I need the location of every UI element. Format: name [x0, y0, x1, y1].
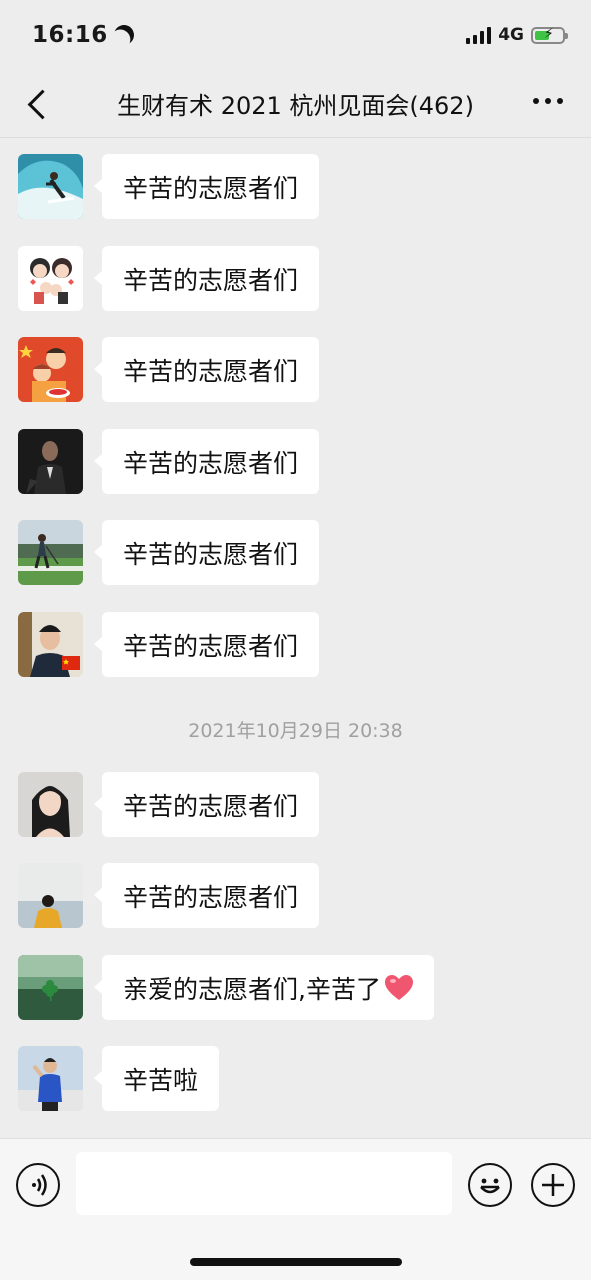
- emoji-icon[interactable]: [468, 1163, 512, 1207]
- message-text: 辛苦的志愿者们: [123, 265, 299, 295]
- message-bubble[interactable]: 辛苦的志愿者们: [93, 612, 320, 677]
- cartoon-family-avatar[interactable]: [18, 246, 83, 311]
- signal-icon: [466, 26, 492, 44]
- heart-emoji: [384, 974, 413, 1000]
- message-bubble[interactable]: 辛苦的志愿者们: [93, 863, 320, 928]
- message-bubble[interactable]: 辛苦的志愿者们: [93, 429, 320, 494]
- message-text: 辛苦的志愿者们: [123, 173, 299, 203]
- status-time-group: 16:16: [32, 22, 134, 48]
- man-seaside-avatar[interactable]: [18, 863, 83, 928]
- message-bubble[interactable]: 辛苦的志愿者们: [93, 154, 320, 219]
- voice-icon[interactable]: [16, 1163, 60, 1207]
- message-bubble[interactable]: 辛苦啦: [93, 1046, 220, 1111]
- home-indicator[interactable]: [190, 1258, 402, 1266]
- message-text: 辛苦的志愿者们: [123, 882, 299, 912]
- moon-icon: [111, 22, 137, 48]
- status-bar: 16:16 4G ⚡: [0, 0, 591, 70]
- clover-avatar[interactable]: [18, 955, 83, 1020]
- message-text: 亲爱的志愿者们,辛苦了: [123, 974, 381, 1004]
- message-row: 辛苦的志愿者们: [18, 612, 320, 677]
- more-icon[interactable]: [533, 98, 563, 104]
- message-text: 辛苦的志愿者们: [123, 356, 299, 386]
- man-blue-shirt-avatar[interactable]: [18, 1046, 83, 1111]
- status-right: 4G ⚡: [466, 25, 568, 45]
- surfer-avatar[interactable]: [18, 154, 83, 219]
- network-label: 4G: [498, 25, 524, 45]
- young-man-flag-avatar[interactable]: [18, 612, 83, 677]
- message-bubble[interactable]: 辛苦的志愿者们: [93, 520, 320, 585]
- message-bubble[interactable]: 亲爱的志愿者们,辛苦了: [94, 955, 434, 1020]
- message-bubble[interactable]: 辛苦的志愿者们: [93, 337, 320, 402]
- message-row: 辛苦的志愿者们: [18, 429, 320, 494]
- cartoon-couple-avatar[interactable]: [18, 337, 83, 402]
- back-icon[interactable]: [22, 88, 52, 120]
- message-row: 辛苦的志愿者们: [18, 772, 320, 837]
- message-input[interactable]: [76, 1152, 452, 1215]
- message-bubble[interactable]: 辛苦的志愿者们: [93, 246, 320, 311]
- message-text: 辛苦的志愿者们: [123, 539, 299, 569]
- message-timestamp: 2021年10月29日 20:38: [188, 720, 403, 742]
- nav-bar: 生财有术 2021 杭州见面会(462): [0, 70, 591, 138]
- message-row: 辛苦的志愿者们: [18, 337, 320, 402]
- chat-title: 生财有术 2021 杭州见面会(462): [117, 92, 474, 120]
- message-text: 辛苦的志愿者们: [123, 448, 299, 478]
- woman-portrait-avatar[interactable]: [18, 772, 83, 837]
- plus-icon[interactable]: [531, 1163, 575, 1207]
- message-text: 辛苦的志愿者们: [123, 791, 299, 821]
- message-row: 辛苦的志愿者们: [18, 520, 320, 585]
- message-row: 亲爱的志愿者们,辛苦了: [18, 955, 434, 1020]
- message-text: 辛苦的志愿者们: [123, 631, 299, 661]
- message-text: 辛苦啦: [123, 1065, 199, 1095]
- status-time: 16:16: [32, 22, 108, 48]
- golfer-avatar[interactable]: [18, 520, 83, 585]
- message-row: 辛苦啦: [18, 1046, 220, 1111]
- man-in-suit-avatar[interactable]: [18, 429, 83, 494]
- battery-charging-icon: ⚡: [531, 26, 568, 44]
- message-bubble[interactable]: 辛苦的志愿者们: [93, 772, 320, 837]
- chat-list[interactable]: 辛苦的志愿者们 辛苦的志愿者们 辛苦的志愿者们 辛苦的志愿者们 辛苦的志愿者们 …: [0, 138, 591, 1138]
- message-row: 辛苦的志愿者们: [18, 246, 320, 311]
- message-row: 辛苦的志愿者们: [18, 863, 320, 928]
- message-row: 辛苦的志愿者们: [18, 154, 320, 219]
